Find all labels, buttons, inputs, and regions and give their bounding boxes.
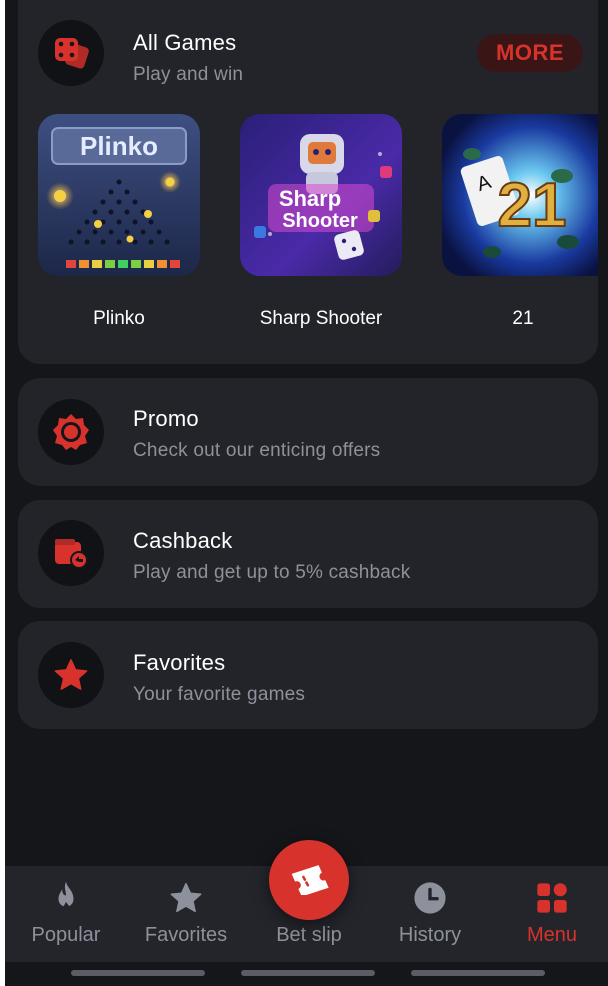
promo-icon-circle: [38, 399, 104, 465]
promo-badge-icon: [53, 414, 89, 450]
bet-slip-button[interactable]: [269, 840, 349, 920]
cashback-title: Cashback: [133, 528, 233, 553]
grid-icon: [537, 883, 567, 913]
game-label-21[interactable]: 21: [442, 308, 604, 330]
sharp-shooter-logo-line2: Shooter: [282, 210, 358, 232]
nav-popular-label: Popular: [31, 924, 101, 946]
game-label-plinko[interactable]: Plinko: [38, 308, 200, 330]
nav-menu[interactable]: Menu: [497, 876, 607, 956]
nav-favorites-label: Favorites: [144, 924, 228, 946]
nav-menu-label: Menu: [526, 924, 578, 946]
game-label-sharp-shooter[interactable]: Sharp Shooter: [240, 308, 402, 330]
cashback-wallet-icon: [55, 539, 88, 569]
system-nav-bar-left: [71, 970, 205, 976]
sharp-shooter-thumbnail[interactable]: Sharp Shooter: [240, 114, 402, 276]
ticket-icon: [291, 865, 329, 895]
star-icon: [170, 883, 202, 913]
favorites-icon-circle: [38, 642, 104, 708]
star-icon: [54, 659, 88, 690]
system-nav-bar-right: [411, 970, 545, 976]
cashback-card[interactable]: Cashback Play and get up to 5% cashback: [18, 500, 598, 608]
all-games-subtitle: Play and win: [133, 64, 244, 85]
plinko-thumbnail[interactable]: Plinko: [38, 114, 200, 276]
dice-icon-circle: [38, 20, 104, 86]
more-button[interactable]: MORE: [477, 34, 583, 72]
blackjack-21-thumbnail[interactable]: A 21: [442, 114, 598, 276]
dice-icon: [55, 38, 89, 69]
promo-subtitle: Check out our enticing offers: [133, 440, 381, 461]
screen: All Games Play and win MORE Plinko Plink…: [5, 0, 608, 986]
nav-history[interactable]: History: [375, 876, 485, 956]
cashback-subtitle: Play and get up to 5% cashback: [133, 562, 411, 583]
all-games-card: All Games Play and win MORE Plinko Plink…: [18, 0, 598, 364]
nav-favorites[interactable]: Favorites: [131, 876, 241, 956]
nav-history-label: History: [398, 924, 462, 946]
favorites-subtitle: Your favorite games: [133, 684, 306, 705]
nav-popular[interactable]: Popular: [11, 876, 121, 956]
cashback-icon-circle: [38, 520, 104, 586]
all-games-title: All Games: [133, 30, 237, 55]
favorites-title: Favorites: [133, 650, 226, 675]
system-nav-bar-center: [241, 970, 375, 976]
promo-title: Promo: [133, 406, 199, 431]
favorites-card[interactable]: Favorites Your favorite games: [18, 621, 598, 729]
promo-card[interactable]: Promo Check out our enticing offers: [18, 378, 598, 486]
nav-bet-slip-label: Bet slip: [276, 924, 342, 946]
plinko-logo-text: Plinko: [80, 131, 158, 161]
flame-icon: [58, 881, 74, 913]
clock-icon: [414, 882, 446, 914]
sharp-shooter-logo-line1: Sharp: [279, 186, 341, 211]
